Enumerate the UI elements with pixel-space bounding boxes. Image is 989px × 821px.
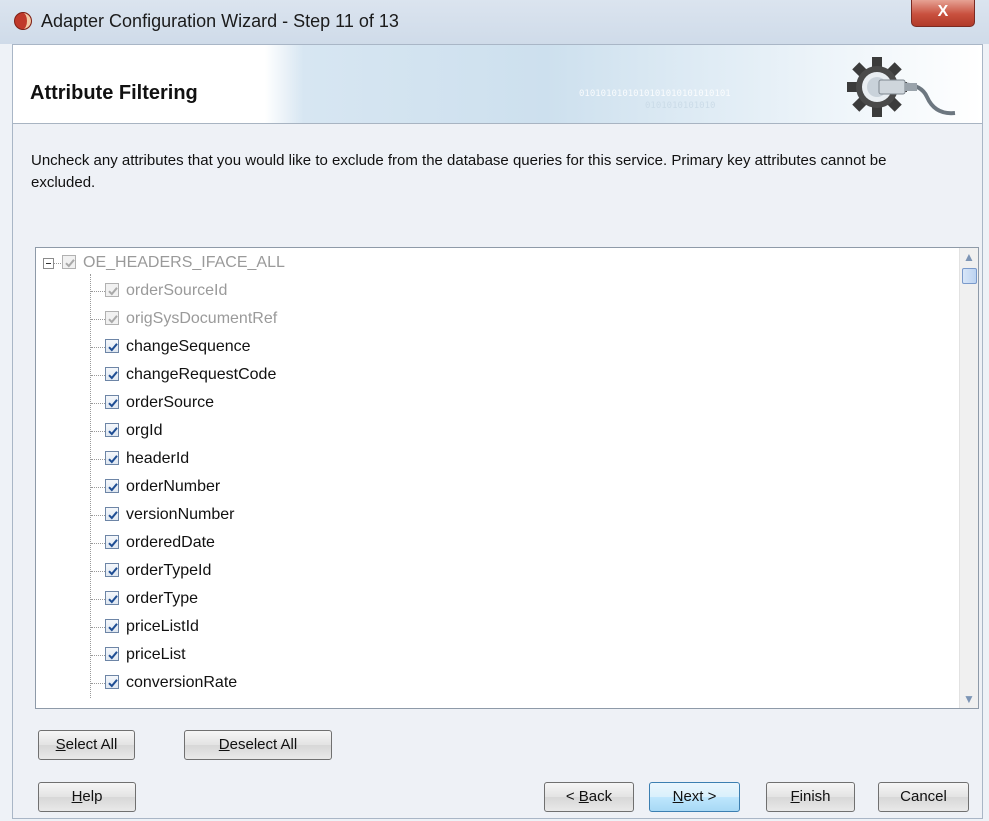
- vertical-scrollbar[interactable]: ▲ ▼: [959, 248, 978, 708]
- collapse-icon[interactable]: [43, 258, 54, 269]
- tree-connector: [91, 599, 105, 600]
- attribute-checkbox[interactable]: [105, 367, 119, 381]
- tree-root-node[interactable]: OE_HEADERS_IFACE_ALL: [36, 249, 936, 277]
- attribute-row[interactable]: orderSource: [36, 389, 936, 417]
- window-title: Adapter Configuration Wizard - Step 11 o…: [41, 11, 399, 31]
- wizard-body: Attribute Filtering 01010101010101010101…: [12, 44, 983, 819]
- attribute-label: origSysDocumentRef: [126, 310, 278, 327]
- tree-connector: [91, 375, 105, 376]
- attribute-label: changeSequence: [126, 338, 251, 355]
- scroll-down-arrow-icon[interactable]: ▼: [960, 690, 978, 708]
- attribute-label: orderTypeId: [126, 562, 212, 579]
- attribute-label: conversionRate: [126, 674, 238, 691]
- attribute-checkbox[interactable]: [105, 339, 119, 353]
- finish-button[interactable]: Finish: [766, 782, 855, 812]
- attribute-label: priceList: [126, 646, 186, 663]
- tree-connector: [91, 291, 105, 292]
- attribute-checkbox[interactable]: [105, 423, 119, 437]
- tree-connector: [91, 655, 105, 656]
- attribute-row[interactable]: headerId: [36, 445, 936, 473]
- back-button[interactable]: < Back: [544, 782, 634, 812]
- attribute-row[interactable]: origSysDocumentRef: [36, 305, 936, 333]
- attribute-row[interactable]: priceList: [36, 641, 936, 669]
- attribute-row[interactable]: priceListId: [36, 613, 936, 641]
- wizard-window: Adapter Configuration Wizard - Step 11 o…: [0, 0, 989, 821]
- attribute-label: orderSource: [126, 394, 215, 411]
- attribute-row[interactable]: orderSourceId: [36, 277, 936, 305]
- binary-decoration: 0101010101010101010101010101: [579, 89, 731, 99]
- tree-connector: [91, 319, 105, 320]
- tree-connector: [54, 263, 61, 264]
- select-all-button[interactable]: Select All: [38, 730, 135, 760]
- deselect-all-button[interactable]: Deselect All: [184, 730, 332, 760]
- attribute-tree[interactable]: ▲ ▼ OE_HEADERS_IFACE_ALL orderSourceId ori…: [35, 247, 979, 709]
- attribute-checkbox: [105, 311, 119, 325]
- attribute-row[interactable]: versionNumber: [36, 501, 936, 529]
- attribute-checkbox[interactable]: [105, 507, 119, 521]
- tree-connector: [91, 627, 105, 628]
- attribute-checkbox[interactable]: [105, 675, 119, 689]
- attribute-label: orderNumber: [126, 478, 221, 495]
- root-checkbox[interactable]: [62, 255, 76, 269]
- attribute-row[interactable]: conversionRate: [36, 669, 936, 697]
- attribute-checkbox[interactable]: [105, 395, 119, 409]
- attribute-row[interactable]: orderTypeId: [36, 557, 936, 585]
- wizard-header: Attribute Filtering 01010101010101010101…: [13, 45, 982, 124]
- attribute-label: changeRequestCode: [126, 366, 277, 383]
- attribute-label: orderType: [126, 590, 199, 607]
- attribute-row[interactable]: orderType: [36, 585, 936, 613]
- description-text: Uncheck any attributes that you would li…: [31, 152, 887, 191]
- tree-connector: [91, 459, 105, 460]
- close-icon: X: [937, 3, 949, 20]
- attribute-checkbox[interactable]: [105, 563, 119, 577]
- attribute-checkbox[interactable]: [105, 479, 119, 493]
- next-button[interactable]: Next >: [649, 782, 740, 812]
- tree-connector: [91, 347, 105, 348]
- tree-connector: [91, 431, 105, 432]
- attribute-row[interactable]: orderedDate: [36, 529, 936, 557]
- page-title: Attribute Filtering: [30, 82, 198, 104]
- attribute-row[interactable]: changeRequestCode: [36, 361, 936, 389]
- tree-connector: [91, 571, 105, 572]
- tree-connector: [91, 683, 105, 684]
- binary-decoration-2: 0101010101010: [645, 101, 716, 111]
- attribute-checkbox[interactable]: [105, 647, 119, 661]
- tree-connector: [91, 403, 105, 404]
- attribute-row[interactable]: orgId: [36, 417, 936, 445]
- help-button[interactable]: Help: [38, 782, 136, 812]
- attribute-checkbox[interactable]: [105, 535, 119, 549]
- app-icon: [14, 12, 32, 30]
- tree-connector: [91, 487, 105, 488]
- close-button[interactable]: X: [911, 0, 975, 27]
- tree-root-label: OE_HEADERS_IFACE_ALL: [83, 254, 285, 271]
- attribute-label: headerId: [126, 450, 190, 467]
- attribute-checkbox: [105, 283, 119, 297]
- attribute-row[interactable]: orderNumber: [36, 473, 936, 501]
- attribute-label: orderedDate: [126, 534, 215, 551]
- tree-connector: [91, 543, 105, 544]
- attribute-checkbox[interactable]: [105, 619, 119, 633]
- attribute-label: orderSourceId: [126, 282, 228, 299]
- cancel-button[interactable]: Cancel: [878, 782, 969, 812]
- adapter-gear-icon: [847, 57, 956, 117]
- tree-connector: [91, 515, 105, 516]
- attribute-label: priceListId: [126, 618, 199, 635]
- attribute-label: versionNumber: [126, 506, 235, 523]
- scroll-up-arrow-icon[interactable]: ▲: [960, 248, 978, 266]
- attribute-row[interactable]: changeSequence: [36, 333, 936, 361]
- attribute-label: orgId: [126, 422, 163, 439]
- attribute-checkbox[interactable]: [105, 591, 119, 605]
- scrollbar-thumb[interactable]: [962, 268, 977, 284]
- title-bar: Adapter Configuration Wizard - Step 11 o…: [0, 0, 989, 44]
- attribute-checkbox[interactable]: [105, 451, 119, 465]
